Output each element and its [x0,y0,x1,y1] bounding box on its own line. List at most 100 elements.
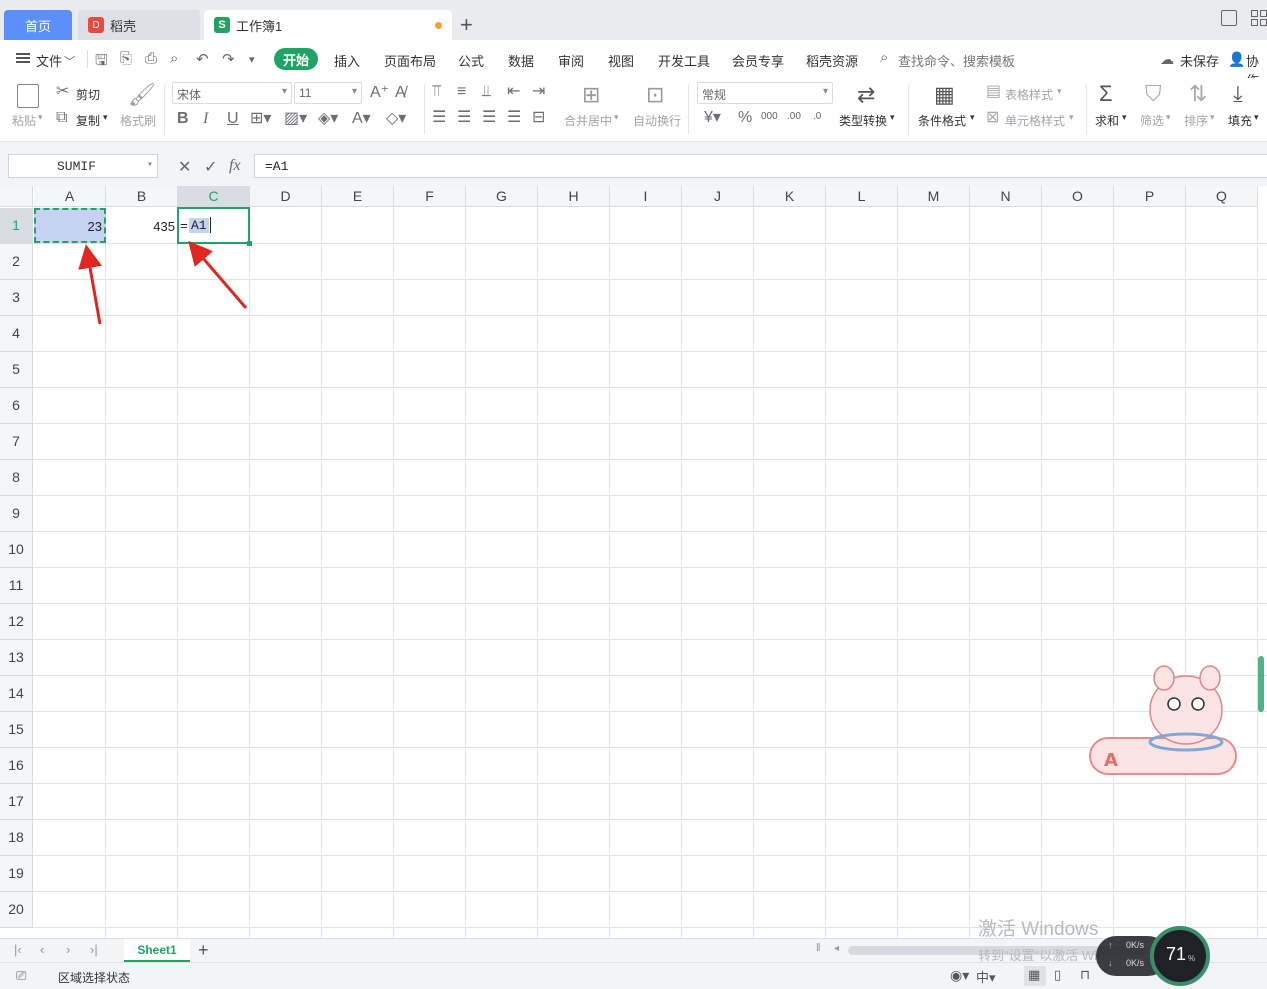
copy-dropdown-icon[interactable]: ▾ [103,112,108,123]
align-center-icon[interactable]: ☰ [457,110,471,126]
fill-button[interactable]: 填充 [1228,112,1252,129]
bold-icon[interactable]: B [177,111,189,127]
wrap-text-button[interactable]: 自动换行 [633,112,681,129]
paste-icon[interactable] [17,84,39,108]
eye-protection-icon[interactable]: ◉▾ [950,967,969,984]
filter-dropdown-icon[interactable]: ▾ [1166,112,1171,123]
menu-insert[interactable]: 插入 [334,51,360,70]
clear-format-icon[interactable]: A̸ [395,85,406,101]
italic-icon[interactable]: I [203,111,208,127]
customize-dropdown-icon[interactable]: ▾ [249,53,255,66]
next-sheet-icon[interactable]: › [66,942,70,957]
formula-input[interactable]: =A1 [254,154,1267,178]
increase-font-icon[interactable]: A⁺ [370,85,389,101]
number-format-select[interactable]: 常规 [697,82,833,104]
last-sheet-icon[interactable]: ›| [90,942,98,957]
spreadsheet-grid[interactable]: ABCDEFGHIJKLMNOPQ 1 2 3 4 5 6 7 8 9 10 11 12 13 14 15 1… [0,186,1267,938]
cell-style-button[interactable]: 单元格样式 [1005,112,1065,129]
format-painter-button[interactable]: 格式刷 [120,112,156,129]
indent-increase-icon[interactable]: ⇥ [532,84,545,100]
menu-file[interactable]: 文件 [36,51,62,70]
undo-icon[interactable]: ↶ [196,50,209,68]
cut-button[interactable]: 剪切 [76,86,100,103]
border-icon[interactable]: ⊞▾ [250,111,271,127]
sort-dropdown-icon[interactable]: ▾ [1210,112,1215,123]
eraser-icon[interactable]: ◇▾ [386,111,406,127]
vertical-scrollbar-thumb[interactable] [1258,656,1264,712]
chevron-down-icon[interactable]: ﹀ [64,53,75,69]
fill-color-icon[interactable]: ◈▾ [318,111,338,127]
table-style-button[interactable]: 表格样式 [1005,86,1053,103]
scroll-left-icon[interactable]: ◂ [834,943,839,954]
menu-view[interactable]: 视图 [608,51,634,70]
paste-dropdown-icon[interactable]: ▾ [38,112,43,123]
add-tab-button[interactable]: + [460,12,473,38]
increase-decimal-button[interactable]: .00 [787,111,801,122]
align-right-icon[interactable]: ☰ [482,110,496,126]
currency-icon[interactable]: ¥▾ [704,110,721,126]
confirm-icon[interactable]: ✓ [204,157,217,177]
input-method-icon[interactable]: 中▾ [976,967,996,986]
font-size-select[interactable]: 11 [294,82,362,104]
sort-button[interactable]: 排序 [1184,112,1208,129]
print-icon[interactable]: ⎙ [145,50,157,67]
name-box[interactable]: SUMIF [8,154,158,178]
menu-page-layout[interactable]: 页面布局 [384,51,436,70]
align-top-icon[interactable]: ⫪ [432,84,441,100]
align-bottom-icon[interactable]: ⫫ [482,84,491,100]
command-search[interactable]: 查找命令、搜索模板 [898,51,1015,70]
distributed-icon[interactable]: ⊟ [532,110,545,126]
thousands-separator-button[interactable]: 000 [761,111,778,122]
export-pdf-icon[interactable]: ⎘ [120,50,132,67]
redo-icon[interactable]: ↷ [222,50,235,68]
layout-icon[interactable] [1221,10,1237,26]
merge-center-button[interactable]: 合并居中 [564,112,612,129]
align-left-icon[interactable]: ☰ [432,110,446,126]
justify-icon[interactable]: ☰ [507,110,521,126]
menu-start[interactable]: 开始 [274,48,318,70]
fill-dropdown-icon[interactable]: ▾ [1254,112,1259,123]
sum-button[interactable]: 求和 [1095,112,1119,129]
merge-dropdown-icon[interactable]: ▾ [614,112,619,123]
first-sheet-icon[interactable]: |‹ [14,942,22,957]
type-convert-button[interactable]: 类型转换 [839,112,887,129]
tab-workbook[interactable]: S 工作簿1 [204,10,452,40]
paste-button[interactable]: 粘贴 [12,112,36,129]
underline-icon[interactable]: U [227,111,239,127]
insert-function-icon[interactable]: fx [229,157,241,175]
decrease-decimal-button[interactable]: .0 [813,111,821,122]
hamburger-icon[interactable] [16,53,30,63]
cancel-icon[interactable]: ✕ [178,157,191,177]
menu-developer[interactable]: 开发工具 [658,51,710,70]
menu-member[interactable]: 会员专享 [732,51,784,70]
menu-formula[interactable]: 公式 [458,51,484,70]
sum-dropdown-icon[interactable]: ▾ [1122,112,1127,123]
save-icon[interactable]: 🖫 [95,50,108,75]
percent-icon[interactable]: % [738,110,752,126]
table-style-dropdown-icon[interactable]: ▾ [1057,86,1062,97]
font-color-icon[interactable]: A▾ [352,111,371,127]
conditional-format-button[interactable]: 条件格式 [918,112,966,129]
macro-record-icon[interactable]: ⎚ [16,968,26,984]
prev-sheet-icon[interactable]: ‹ [40,942,44,957]
filter-button[interactable]: 筛选 [1140,112,1164,129]
tab-home[interactable]: 首页 [4,10,72,40]
cell-style-dropdown-icon[interactable]: ▾ [1069,112,1074,123]
menu-daoke-resources[interactable]: 稻壳资源 [806,51,858,70]
split-handle-icon[interactable]: ‖ [816,942,821,954]
menu-data[interactable]: 数据 [508,51,534,70]
sheet-tab-sheet1[interactable]: Sheet1 [124,939,190,962]
align-middle-icon[interactable]: ≡ [457,84,466,100]
indent-decrease-icon[interactable]: ⇤ [507,84,520,100]
fill-pattern-icon[interactable]: ▨▾ [284,111,307,127]
page-break-view-icon[interactable]: ⊓ [1080,967,1090,983]
cond-format-dropdown-icon[interactable]: ▾ [970,112,975,123]
copy-button[interactable]: 复制 [76,112,100,129]
unsaved-status[interactable]: 未保存 [1180,51,1219,70]
page-layout-view-icon[interactable]: ▯ [1054,967,1061,983]
menu-review[interactable]: 审阅 [558,51,584,70]
add-sheet-button[interactable]: + [198,940,209,961]
tab-daoke[interactable]: D 稻壳 [78,10,200,40]
convert-dropdown-icon[interactable]: ▾ [890,112,895,123]
print-preview-icon[interactable]: ⌕ [170,50,178,67]
